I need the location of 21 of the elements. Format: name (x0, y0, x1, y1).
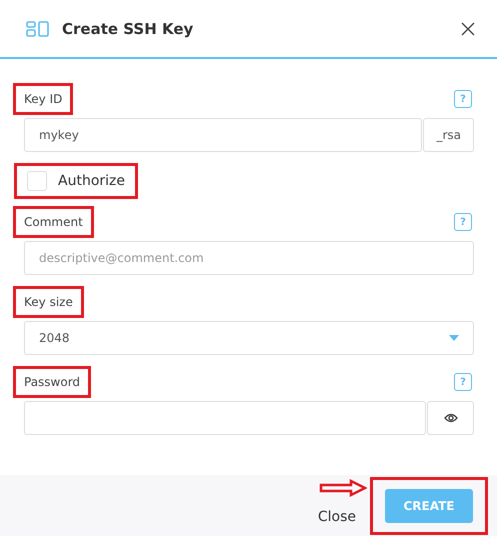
field-label: Key ID (13, 83, 74, 115)
help-button[interactable]: ? (454, 213, 472, 231)
field-label: Password (13, 366, 92, 398)
show-password-button[interactable] (427, 401, 474, 435)
create-button[interactable]: CREATE (385, 488, 473, 522)
dialog-title: Create SSH Key (62, 20, 194, 38)
key-id-field[interactable]: mykey (24, 118, 422, 152)
field-label: Key size (13, 286, 84, 318)
field-label: Comment (13, 206, 94, 238)
close-icon[interactable] (461, 22, 475, 36)
key-size-dropdown[interactable]: 2048 (24, 321, 474, 355)
suffix-addon: _rsa (423, 118, 474, 152)
help-button[interactable]: ? (454, 373, 472, 391)
password-field[interactable] (24, 401, 426, 435)
comment-field[interactable]: descriptive@comment.com (24, 241, 474, 275)
caret-icon (449, 335, 459, 341)
help-button[interactable]: ? (454, 90, 472, 108)
eye-icon (444, 413, 458, 423)
close-button[interactable]: Close (318, 508, 356, 524)
layout-icon (26, 20, 50, 36)
authorize-checkbox[interactable]: Authorize (14, 163, 138, 199)
